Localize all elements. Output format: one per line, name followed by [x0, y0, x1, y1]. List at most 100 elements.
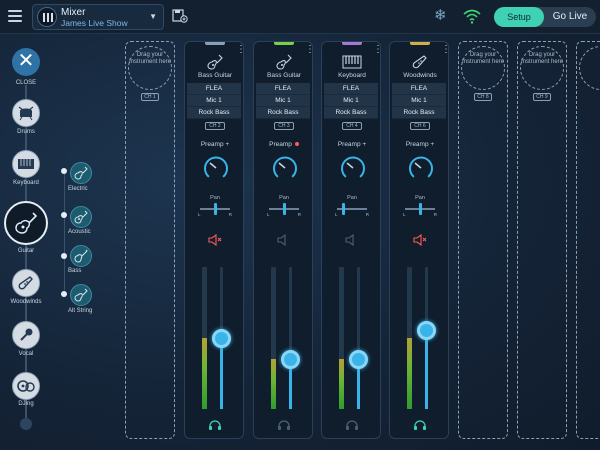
- pan-scale: LR: [403, 212, 437, 217]
- performer-name: FLEA: [324, 83, 378, 95]
- volume-fader[interactable]: [212, 267, 231, 409]
- volume-fader-handle[interactable]: [212, 328, 231, 348]
- preamp-label[interactable]: Preamp +: [322, 141, 380, 148]
- subtype-electric[interactable]: [70, 162, 92, 184]
- preamp-label[interactable]: Preamp +: [185, 141, 243, 148]
- show-selector[interactable]: Mixer James Live Show ▼: [32, 4, 164, 30]
- wifi-icon[interactable]: [463, 8, 481, 24]
- preamp-knob[interactable]: [339, 154, 367, 182]
- volume-fader-handle[interactable]: [417, 321, 436, 341]
- category-guitar[interactable]: [4, 201, 48, 245]
- subtype-bass[interactable]: [70, 245, 92, 267]
- more-options-icon[interactable]: ⋮: [441, 45, 448, 55]
- preamp-knob[interactable]: [202, 154, 230, 182]
- pan-label: Pan: [279, 195, 289, 201]
- setup-button[interactable]: Setup: [494, 7, 544, 27]
- channel-badge: CH 9: [533, 93, 551, 101]
- channel-badge: CH 4: [342, 122, 362, 130]
- acoustic-guitar-icon: [74, 210, 88, 224]
- mixer-icon: [37, 7, 57, 27]
- empty-channel-slot[interactable]: Drag your Instrument here CH 1: [125, 41, 175, 439]
- mute-icon[interactable]: [277, 234, 291, 246]
- empty-channel-slot[interactable]: Drag your Instrument here CH 9: [517, 41, 567, 439]
- volume-fader[interactable]: [349, 267, 368, 409]
- instrument-settings[interactable]: FLEA Mic 1 Rock Bass: [392, 83, 446, 119]
- instrument-settings[interactable]: FLEA Mic 1 Rock Bass: [324, 83, 378, 119]
- instrument-name: Bass Guitar: [267, 72, 301, 79]
- more-options-icon[interactable]: ⋮: [305, 45, 312, 55]
- preamp-knob[interactable]: [407, 154, 435, 182]
- instrument-icon[interactable]: [409, 54, 431, 70]
- level-meter: [339, 267, 344, 409]
- subtype-label: Alt String: [68, 308, 93, 314]
- performer-name: FLEA: [187, 83, 241, 95]
- category-djing[interactable]: [12, 372, 40, 400]
- instrument-settings[interactable]: FLEA Mic 1 Rock Bass: [256, 83, 310, 119]
- dj-icon: [17, 380, 35, 392]
- mute-icon[interactable]: [413, 234, 427, 246]
- empty-channel-slot[interactable]: [576, 41, 600, 439]
- instrument-icon[interactable]: [273, 54, 295, 70]
- channel-badge: CH 1: [141, 93, 159, 101]
- preamp-label[interactable]: Preamp: [254, 141, 312, 148]
- drag-hint: Drag your Instrument here: [520, 52, 564, 65]
- subtype-label: Bass: [68, 268, 82, 274]
- preset-name: Rock Bass: [256, 107, 310, 119]
- guitar-icon: [15, 212, 38, 234]
- volume-fader-fill: [220, 338, 223, 409]
- go-live-button[interactable]: Go Live: [544, 7, 596, 27]
- subtype-alt-string[interactable]: [70, 284, 92, 306]
- category-keyboard[interactable]: [12, 150, 40, 178]
- channel-color-tab: [410, 42, 430, 45]
- save-show-icon[interactable]: [172, 9, 188, 23]
- drag-hint: Drag your Instrument here: [128, 52, 172, 65]
- volume-fader-handle[interactable]: [349, 349, 368, 369]
- settings-icon[interactable]: ❄: [434, 8, 447, 24]
- preset-name: Rock Bass: [324, 107, 378, 119]
- bass-guitar-icon: [74, 249, 88, 263]
- pan-label: Pan: [347, 195, 357, 201]
- panel-rail-end: [20, 418, 32, 430]
- keyboard-icon: [18, 159, 34, 169]
- instrument-settings[interactable]: FLEA Mic 1 Rock Bass: [187, 83, 241, 119]
- mixer-app: Mixer James Live Show ▼ ❄ Setup Go Live …: [0, 0, 600, 450]
- channel-strip: ⋮ Keyboard FLEA Mic 1 Rock Bass CH 4 Pre…: [321, 41, 381, 439]
- headphones-icon[interactable]: [413, 419, 427, 430]
- empty-channel-slot[interactable]: Drag your Instrument here CH 8: [458, 41, 508, 439]
- mute-icon[interactable]: [208, 234, 222, 246]
- category-drums[interactable]: [12, 99, 40, 127]
- volume-fader-fill: [425, 330, 428, 409]
- volume-fader[interactable]: [281, 267, 300, 409]
- subtype-label: Electric: [68, 186, 88, 192]
- volume-fader[interactable]: [417, 267, 436, 409]
- close-button[interactable]: ✕: [12, 48, 40, 76]
- pan-scale: LR: [335, 212, 369, 217]
- drop-target: [579, 46, 600, 90]
- preamp-label[interactable]: Preamp +: [390, 141, 448, 148]
- mute-icon[interactable]: [345, 234, 359, 246]
- top-bar: Mixer James Live Show ▼ ❄ Setup Go Live: [0, 0, 600, 34]
- instrument-icon[interactable]: [341, 54, 363, 70]
- level-meter-fill: [407, 338, 412, 409]
- subtype-dot: [61, 291, 67, 297]
- subtype-acoustic[interactable]: [70, 206, 92, 228]
- more-options-icon[interactable]: ⋮: [236, 45, 243, 55]
- headphones-icon[interactable]: [345, 419, 359, 430]
- headphones-icon[interactable]: [277, 419, 291, 430]
- drum-icon: [18, 106, 34, 121]
- more-options-icon[interactable]: ⋮: [373, 45, 380, 55]
- performer-name: FLEA: [392, 83, 446, 95]
- level-meter-fill: [202, 338, 207, 409]
- menu-icon[interactable]: [8, 10, 22, 22]
- channel-badge: CH 8: [474, 93, 492, 101]
- category-woodwinds[interactable]: [12, 269, 40, 297]
- headphones-icon[interactable]: [208, 419, 222, 430]
- close-label: CLOSE: [15, 80, 37, 86]
- preamp-knob[interactable]: [271, 154, 299, 182]
- category-vocal[interactable]: [12, 321, 40, 349]
- instrument-icon[interactable]: [204, 54, 226, 70]
- channel-color-tab: [205, 42, 225, 45]
- instrument-name: Keyboard: [338, 72, 366, 79]
- preset-name: Rock Bass: [392, 107, 446, 119]
- volume-fader-handle[interactable]: [281, 349, 300, 369]
